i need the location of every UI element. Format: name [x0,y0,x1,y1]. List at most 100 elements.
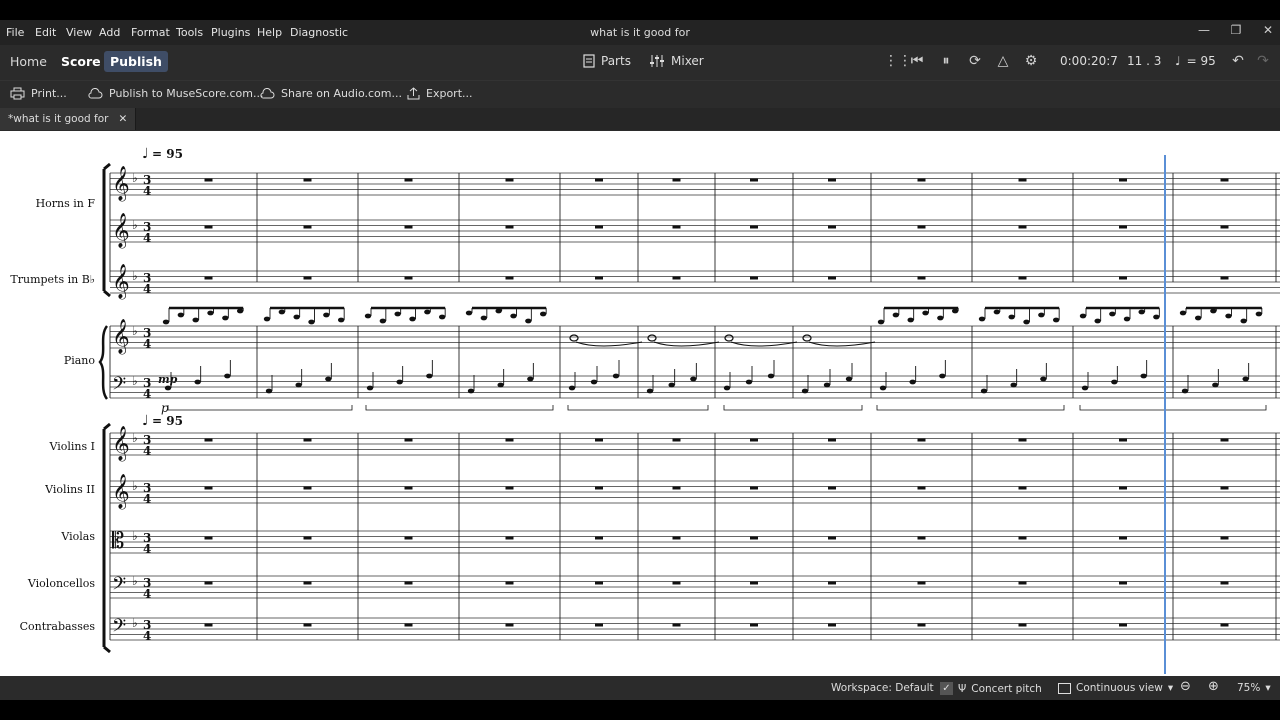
menu-edit[interactable]: Edit [35,26,56,39]
zoom-selector[interactable]: 75% ▾ [1237,682,1271,694]
whole-rest [404,486,413,490]
menu-file[interactable]: File [6,26,24,39]
tempo-marking-top: ♩ = 95 [142,146,183,162]
whole-rest [1018,438,1027,442]
zoom-in-icon[interactable]: ⊕ [1208,679,1219,694]
pedal-line [876,405,1065,411]
treble-clef: 𝄞 [112,213,130,249]
eighth-note [1210,308,1217,314]
whole-rest [1220,178,1229,182]
whole-rest [750,225,758,229]
eighth-note [1225,313,1232,319]
whole-rest [828,536,836,540]
tab-home[interactable]: Home [10,54,47,69]
zoom-out-icon[interactable]: ⊖ [1180,679,1191,694]
eighth-note [424,309,431,315]
quarter-note [845,376,853,382]
export-label: Export... [426,87,473,100]
menu-view[interactable]: View [66,26,92,39]
tempo-value: = 95 [1186,54,1216,68]
whole-rest [828,438,836,442]
concert-pitch-toggle[interactable]: ✓ Ψ Concert pitch [940,682,1042,695]
whole-rest [672,486,681,490]
workspace-selector[interactable]: Workspace: Default [831,682,934,694]
eighth-note [937,315,944,321]
whole-rest [404,225,413,229]
undo-icon[interactable]: ↶ [1228,51,1248,71]
quarter-note [980,388,988,394]
whole-rest [1220,623,1229,627]
eighth-note [337,317,345,323]
whole-rest [750,276,758,280]
restore-icon[interactable]: ❐ [1225,23,1247,37]
parts-button[interactable]: Parts [583,54,631,68]
key-signature-flat: ♭ [132,431,138,445]
export-button[interactable]: Export... [407,87,473,100]
print-button[interactable]: Print... [10,87,67,100]
publish-toolbar: Print... Publish to MuseScore.com... Sha… [0,80,1280,108]
view-mode-label: Continuous view [1076,682,1163,694]
mixer-button[interactable]: Mixer [649,54,704,68]
tab-publish[interactable]: Publish [104,51,168,72]
quarter-note [467,388,475,394]
time-signature-bottom: 4 [143,387,151,401]
instrument-name-violas: Violas [60,530,95,543]
whole-rest [1018,276,1027,280]
quarter-note [1081,385,1089,391]
quarter-note [767,373,775,379]
minimize-icon[interactable]: — [1193,23,1215,37]
share-audio-button[interactable]: Share on Audio.com... [260,87,402,100]
rewind-icon[interactable]: ⏮ [907,51,927,71]
menu-tools[interactable]: Tools [176,26,203,39]
eighth-note [978,316,986,322]
menu-diagnostic[interactable]: Diagnostic [290,26,348,39]
metronome-icon[interactable]: △ [993,51,1013,71]
playback-settings-icon[interactable]: ⚙ [1021,51,1041,71]
quarter-note [939,373,946,379]
publish-musescore-button[interactable]: Publish to MuseScore.com... [88,87,264,100]
document-tab[interactable]: *what is it good for ✕ [0,108,137,130]
treble-clef: 𝄞 [112,166,130,202]
eighth-note [1038,312,1045,318]
whole-rest [505,581,514,585]
whole-rest [595,276,603,280]
close-window-icon[interactable]: ✕ [1257,23,1279,37]
quarter-note [527,376,534,382]
eighth-note [394,311,401,317]
bass-clef: 𝄢 [112,616,126,641]
quarter-note [568,385,576,391]
eighth-note [1138,309,1145,315]
menu-help[interactable]: Help [257,26,282,39]
whole-rest [1119,486,1127,490]
whole-rest [404,536,413,540]
menu-add[interactable]: Add [99,26,120,39]
time-signature-bottom: 4 [143,184,151,198]
redo-icon[interactable]: ↷ [1253,51,1273,71]
quarter-note [194,379,201,385]
close-tab-icon[interactable]: ✕ [118,113,127,125]
whole-rest [1220,536,1229,540]
tempo-note-glyph: ♩ [142,413,149,429]
menu-plugins[interactable]: Plugins [211,26,250,39]
treble-clef: 𝄞 [112,319,130,355]
drag-handle-icon[interactable]: ⋮⋮ [884,51,912,71]
tempo-marking-text: = 95 [152,147,183,161]
eighth-note [539,311,547,317]
pause-icon[interactable]: ⏸ [936,51,956,71]
eighth-note [1240,318,1247,324]
score-canvas[interactable]: ♩ = 95 ♩ = 95 Horns in F Trumpets in B♭ … [0,131,1280,676]
whole-rest [750,581,758,585]
view-mode-selector[interactable]: Continuous view ▾ [1058,682,1173,694]
half-note [802,334,812,342]
menu-format[interactable]: Format [131,26,170,39]
publish-musescore-label: Publish to MuseScore.com... [109,87,264,100]
whole-rest [505,438,514,442]
eighth-note [293,314,300,320]
loop-icon[interactable]: ⟳ [965,51,985,71]
eighth-note [409,316,416,322]
quarter-note [590,379,598,385]
quarter-note [396,379,403,385]
tab-score[interactable]: Score [61,54,101,69]
whole-rest [672,276,681,280]
key-signature-flat: ♭ [132,324,138,338]
